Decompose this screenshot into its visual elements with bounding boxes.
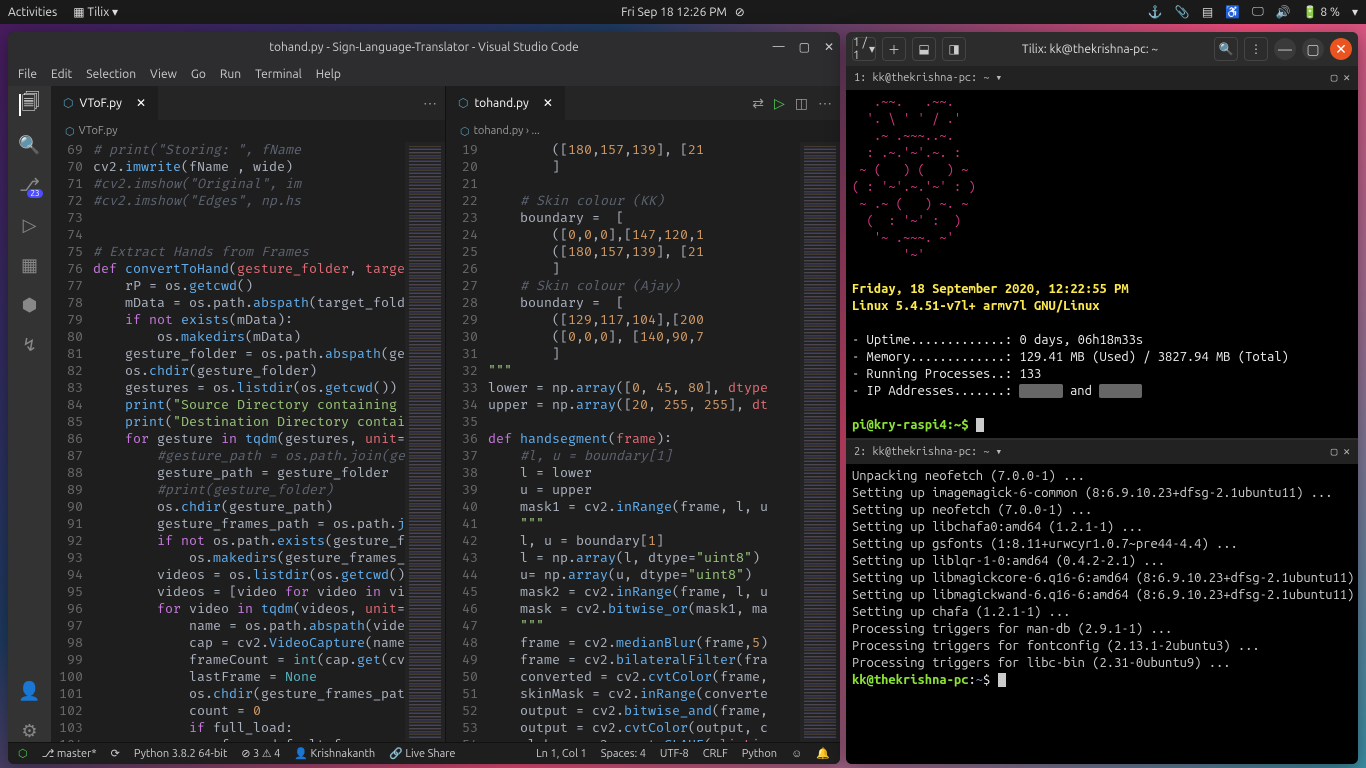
maximize-pane-icon[interactable]: ▢: [1331, 70, 1338, 87]
encoding-indicator[interactable]: UTF-8: [660, 748, 689, 760]
activities-button[interactable]: Activities: [8, 6, 57, 19]
volume-icon[interactable]: 🔊: [1276, 5, 1291, 19]
docker-icon[interactable]: ⚓: [1148, 5, 1163, 19]
status-bar: ⬡ ⎇ master* ⟳ Python 3.8.2 64-bit ⊘ 3 ⚠ …: [8, 742, 840, 764]
gnome-topbar: Activities ▦ Tilix ▾ Fri Sep 18 12:26 PM…: [0, 0, 1366, 24]
power-icon[interactable]: ▾: [1352, 5, 1358, 19]
branch-indicator[interactable]: ⎇ master*: [42, 747, 97, 760]
terminal-2[interactable]: 2: kk@thekrishna-pc: ~▾ ▢ ✕ Unpacking ne…: [846, 438, 1358, 764]
debug-icon[interactable]: ▷: [19, 214, 41, 236]
remote-icon[interactable]: ↯: [19, 334, 41, 356]
tab-tohand[interactable]: ⬡tohand.py ✕: [446, 86, 565, 120]
close-pane-icon[interactable]: ✕: [1343, 70, 1350, 87]
python-indicator[interactable]: Python 3.8.2 64-bit: [134, 748, 227, 760]
search-button[interactable]: 🔍: [1214, 37, 1238, 61]
menu-file[interactable]: File: [18, 68, 37, 81]
account-icon[interactable]: 👤: [19, 680, 41, 702]
menu-run[interactable]: Run: [220, 68, 241, 81]
more-icon[interactable]: ⋯: [423, 95, 437, 112]
menu-edit[interactable]: Edit: [51, 68, 72, 81]
add-session-button[interactable]: ＋: [882, 37, 906, 61]
clip-icon[interactable]: 📎: [1175, 5, 1190, 19]
minimap-right[interactable]: [800, 142, 840, 742]
gear-icon[interactable]: ⚙: [19, 720, 41, 742]
menu-go[interactable]: Go: [191, 68, 206, 81]
close-icon[interactable]: ✕: [824, 40, 834, 54]
vscode-menubar: File Edit Selection View Go Run Terminal Help: [8, 62, 840, 86]
terminal-2-header[interactable]: 2: kk@thekrishna-pc: ~▾ ▢ ✕: [846, 440, 1358, 464]
maximize-pane-icon[interactable]: ▢: [1331, 444, 1338, 461]
minimize-icon[interactable]: —: [1274, 38, 1296, 60]
sync-icon[interactable]: ⟳: [111, 747, 120, 760]
a11y-icon[interactable]: ♿: [1225, 5, 1240, 19]
app-menu[interactable]: ▦ Tilix ▾: [73, 5, 118, 19]
activity-bar: 🗐 🔍 ⎇23 ▷ ▦ ⬢ ↯ 👤 ⚙: [8, 86, 51, 742]
vscode-window: tohand.py - Sign-Language-Translator - V…: [8, 32, 840, 764]
tilix-titlebar[interactable]: 1 / 1 ▾ ＋ ⬓ ◨ Tilix: kk@thekrishna-pc: ~…: [846, 32, 1358, 66]
editor-right[interactable]: 1920212223242526272829303132333435363738…: [446, 142, 840, 742]
liveshare-indicator[interactable]: 🔗 Live Share: [389, 747, 455, 760]
tabs-left: ⬡VToF.py ✕ ⋯: [51, 86, 445, 120]
more-icon[interactable]: ⋯: [818, 95, 832, 112]
screen-icon[interactable]: 🖵: [1252, 5, 1264, 19]
close-tab-icon[interactable]: ✕: [543, 96, 553, 110]
bell-icon[interactable]: 🔔: [816, 747, 830, 760]
breadcrumb-right[interactable]: ⬡ tohand.py › ...: [446, 120, 840, 142]
tab-vtof[interactable]: ⬡VToF.py ✕: [51, 86, 158, 120]
battery-indicator[interactable]: 🔋 8 %: [1303, 5, 1340, 19]
extensions-icon[interactable]: ▦: [19, 254, 41, 276]
close-pane-icon[interactable]: ✕: [1343, 444, 1350, 461]
menu-view[interactable]: View: [150, 68, 177, 81]
spaces-indicator[interactable]: Spaces: 4: [601, 748, 646, 760]
maximize-icon[interactable]: ▢: [799, 40, 810, 54]
split-icon[interactable]: ◫: [795, 95, 808, 112]
terminal-1[interactable]: 1: kk@thekrishna-pc: ~▾ ▢ ✕ .~~. .~~. '.…: [846, 66, 1358, 438]
minimize-icon[interactable]: —: [773, 40, 785, 54]
tilix-window: 1 / 1 ▾ ＋ ⬓ ◨ Tilix: kk@thekrishna-pc: ~…: [846, 32, 1358, 764]
vscode-titlebar[interactable]: tohand.py - Sign-Language-Translator - V…: [8, 32, 840, 62]
tabs-right: ⬡tohand.py ✕ ⇄ ▷ ◫ ⋯: [446, 86, 840, 120]
tiling-icon[interactable]: ▤: [1202, 5, 1213, 19]
user-indicator[interactable]: 👤 Krishnakanth: [294, 747, 375, 760]
breadcrumb-left[interactable]: ⬡ VToF.py: [51, 120, 445, 142]
split-right-button[interactable]: ◨: [942, 37, 966, 61]
explorer-icon[interactable]: 🗐: [19, 94, 41, 116]
lang-indicator[interactable]: Python: [742, 748, 777, 760]
compare-icon[interactable]: ⇄: [752, 95, 764, 112]
session-counter[interactable]: 1 / 1 ▾: [852, 37, 876, 61]
run-icon[interactable]: ▷: [774, 95, 785, 112]
eol-indicator[interactable]: CRLF: [703, 748, 728, 760]
scm-icon[interactable]: ⎇23: [19, 174, 41, 196]
close-tab-icon[interactable]: ✕: [136, 96, 146, 110]
cursor-pos[interactable]: Ln 1, Col 1: [536, 748, 587, 760]
menu-button[interactable]: ⋮: [1244, 37, 1268, 61]
terminal-1-header[interactable]: 1: kk@thekrishna-pc: ~▾ ▢ ✕: [846, 66, 1358, 90]
menu-selection[interactable]: Selection: [86, 68, 136, 81]
editor-group-left: ⬡VToF.py ✕ ⋯ ⬡ VToF.py 69707172737475767…: [51, 86, 445, 742]
search-icon[interactable]: 🔍: [19, 134, 41, 156]
split-down-button[interactable]: ⬓: [912, 37, 936, 61]
maximize-icon[interactable]: ▢: [1302, 38, 1324, 60]
editor-left[interactable]: 6970717273747576777879808182838485868788…: [51, 142, 445, 742]
menu-terminal[interactable]: Terminal: [255, 68, 302, 81]
docker-ext-icon[interactable]: ⬢: [19, 294, 41, 316]
tilix-title-text: Tilix: kk@thekrishna-pc: ~: [972, 43, 1208, 56]
dnd-icon: ⊘: [735, 5, 745, 19]
minimap-left[interactable]: [405, 142, 445, 742]
problems-indicator[interactable]: ⊘ 3 ⚠ 4: [241, 747, 280, 760]
editor-group-right: ⬡tohand.py ✕ ⇄ ▷ ◫ ⋯ ⬡ tohand.py › ...: [445, 86, 840, 742]
close-icon[interactable]: ✕: [1330, 38, 1352, 60]
vscode-title-text: tohand.py - Sign-Language-Translator - V…: [269, 41, 578, 54]
clock[interactable]: Fri Sep 18 12:26 PM: [621, 6, 727, 19]
remote-indicator[interactable]: ⬡: [18, 747, 28, 760]
feedback-icon[interactable]: ☺: [791, 748, 802, 760]
menu-help[interactable]: Help: [316, 68, 341, 81]
